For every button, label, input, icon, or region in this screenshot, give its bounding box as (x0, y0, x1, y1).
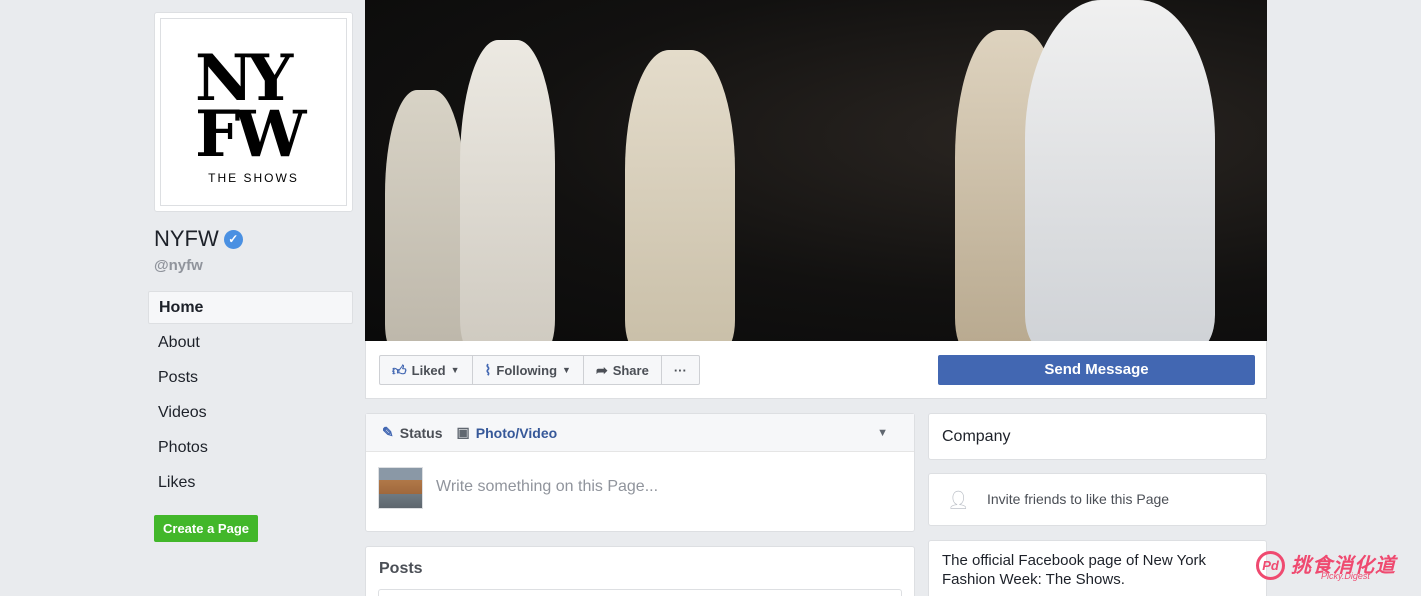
camera-icon: ▣ (456, 424, 470, 440)
watermark-logo-icon: Pd (1256, 551, 1285, 580)
profile-logo: NY FW THE SHOWS (160, 18, 347, 206)
more-icon: ··· (673, 362, 687, 378)
composer-input[interactable]: Write something on this Page... (436, 478, 658, 496)
tab-photo-video[interactable]: ▣ Photo/Video (457, 424, 558, 441)
page-name-row: NYFW ✓ (154, 226, 243, 252)
nav-item-home[interactable]: Home (148, 291, 353, 324)
photo-video-label: Photo/Video (475, 424, 558, 441)
cover-model-1 (385, 90, 465, 341)
following-label: Following (496, 362, 558, 378)
verified-check-icon: ✓ (223, 229, 243, 249)
nav-item-photos[interactable]: Photos (148, 431, 353, 466)
add-friend-icon: 👤︎ (947, 490, 970, 510)
share-label: Share (612, 362, 649, 378)
about-card: The official Facebook page of New York F… (928, 540, 1267, 596)
caret-down-icon: ▼ (562, 365, 571, 375)
nav-item-posts[interactable]: Posts (148, 361, 353, 396)
page-title[interactable]: NYFW (154, 226, 219, 252)
cover-model-2 (460, 40, 555, 341)
pencil-icon: ✎ (382, 424, 394, 440)
post-composer: ✎ Status ▣ Photo/Video ▼ Write something… (365, 413, 915, 532)
posts-title: Posts (379, 560, 423, 577)
create-page-button[interactable]: Create a Page (154, 515, 258, 542)
page-handle[interactable]: @nyfw (154, 257, 203, 274)
logo-subtitle: THE SHOWS (208, 171, 299, 185)
thumbs-up-icon: 👍︎ (392, 361, 407, 378)
post-item (378, 589, 902, 596)
status-label: Status (399, 424, 443, 441)
liked-label: Liked (411, 362, 446, 378)
watermark: Pd 挑食消化道 Picky.Digest (1255, 548, 1405, 588)
page-nav: Home About Posts Videos Photos Likes (148, 291, 353, 501)
more-options-button[interactable]: ··· (660, 355, 700, 385)
cover-photo[interactable] (365, 0, 1267, 341)
invite-card[interactable]: 👤︎ Invite friends to like this Page (928, 473, 1267, 526)
share-arrow-icon: ➦ (595, 361, 608, 378)
following-button[interactable]: ⌇ Following ▼ (471, 355, 584, 385)
about-description: The official Facebook page of New York F… (942, 552, 1207, 588)
rss-icon: ⌇ (484, 361, 492, 378)
share-button[interactable]: ➦ Share (582, 355, 662, 385)
cover-model-3 (625, 50, 735, 341)
liked-button[interactable]: 👍︎ Liked ▼ (379, 355, 473, 385)
action-button-group: 👍︎ Liked ▼ ⌇ Following ▼ ➦ Share ··· (379, 355, 700, 385)
page-action-bar: 👍︎ Liked ▼ ⌇ Following ▼ ➦ Share ··· Sen… (365, 341, 1267, 399)
send-message-button[interactable]: Send Message (938, 355, 1255, 385)
profile-picture[interactable]: NY FW THE SHOWS (154, 12, 353, 212)
composer-options-chevron-down-icon[interactable]: ▼ (877, 427, 888, 439)
watermark-subtext: Picky.Digest (1321, 571, 1370, 581)
nav-item-likes[interactable]: Likes (148, 466, 353, 501)
composer-tabs: ✎ Status ▣ Photo/Video ▼ (366, 414, 914, 452)
posts-section: Posts (365, 546, 915, 596)
composer-body: Write something on this Page... (366, 452, 914, 532)
category-label[interactable]: Company (942, 428, 1010, 446)
avatar (378, 467, 423, 509)
logo-fw: FW (195, 97, 306, 172)
nav-item-about[interactable]: About (148, 326, 353, 361)
cover-model-5 (1025, 0, 1215, 341)
category-card: Company (928, 413, 1267, 460)
tab-status[interactable]: ✎ Status (382, 424, 443, 441)
invite-friends-link[interactable]: Invite friends to like this Page (987, 491, 1169, 507)
nav-item-videos[interactable]: Videos (148, 396, 353, 431)
caret-down-icon: ▼ (450, 365, 460, 375)
